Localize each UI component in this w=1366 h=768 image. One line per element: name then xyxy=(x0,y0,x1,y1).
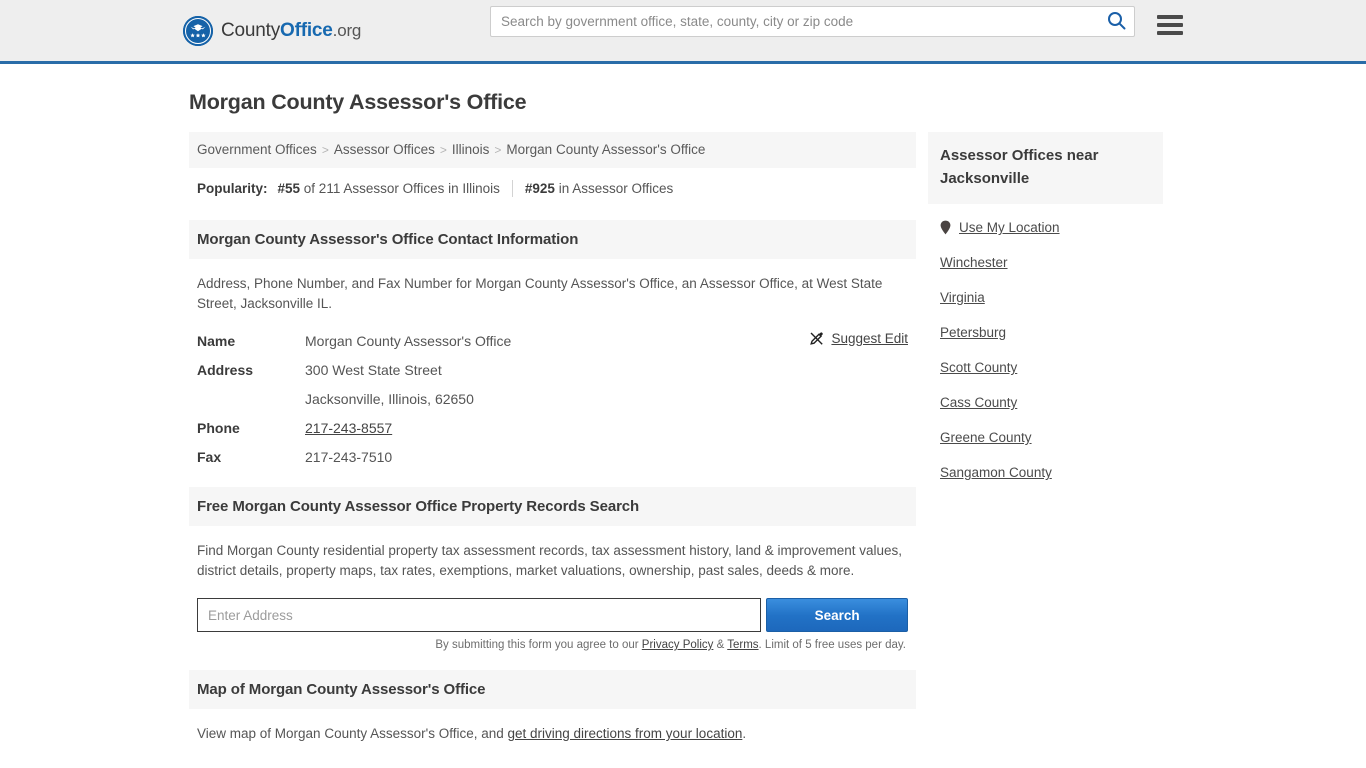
contact-row: Fax 217-243-7510 xyxy=(197,446,908,468)
search-icon xyxy=(1107,11,1126,33)
page-container: Morgan County Assessor's Office Governme… xyxy=(183,90,1183,744)
contact-section-description: Address, Phone Number, and Fax Number fo… xyxy=(197,276,883,311)
contact-value-address-line1: 300 West State Street xyxy=(305,362,442,378)
logo-text-county: County xyxy=(221,20,281,41)
sidebar-link[interactable]: Cass County xyxy=(940,395,1017,410)
site-header: CountyOffice.org xyxy=(0,0,1366,64)
popularity-state-rank-text: of 211 Assessor Offices in Illinois xyxy=(300,181,500,196)
disclaimer-suffix: . Limit of 5 free uses per day. xyxy=(758,639,906,651)
map-description-suffix: . xyxy=(742,726,747,741)
popularity-row: Popularity: #55 of 211 Assessor Offices … xyxy=(189,168,916,201)
contact-details-table: Suggest Edit Name Morgan County Assessor… xyxy=(197,330,908,468)
address-input[interactable] xyxy=(197,598,762,632)
breadcrumb-separator-icon: > xyxy=(439,143,447,157)
eagle-shield-logo-icon xyxy=(183,16,213,46)
popularity-national-rank-number: #925 xyxy=(524,181,555,196)
hamburger-bar xyxy=(1157,15,1183,19)
logo-text-org: .org xyxy=(332,21,362,40)
contact-value-name: Morgan County Assessor's Office xyxy=(305,333,512,349)
breadcrumb-item-illinois[interactable]: Illinois xyxy=(452,142,490,157)
breadcrumb-separator-icon: > xyxy=(321,143,329,157)
sidebar-item-use-my-location[interactable]: Use My Location xyxy=(928,210,1163,245)
content-columns: Government Offices > Assessor Offices > Illi… xyxy=(183,132,1183,744)
sidebar-nearby-list: Use My Location Winchester Virginia Pete… xyxy=(928,210,1163,490)
property-search-button[interactable]: Search xyxy=(766,598,908,632)
breadcrumb-item-current: Morgan County Assessor's Office xyxy=(506,142,706,157)
contact-section-body: Address, Phone Number, and Fax Number fo… xyxy=(189,274,916,468)
contact-key-name: Name xyxy=(197,333,236,349)
hamburger-menu-icon[interactable] xyxy=(1157,14,1183,36)
map-section-heading: Map of Morgan County Assessor's Office xyxy=(189,670,916,709)
sidebar-item-cass-county[interactable]: Cass County xyxy=(928,385,1163,420)
suggest-edit-label: Suggest Edit xyxy=(831,331,908,346)
main-column: Government Offices > Assessor Offices > Illi… xyxy=(189,132,916,744)
driving-directions-link[interactable]: get driving directions from your locatio… xyxy=(507,726,742,741)
records-section-description: Find Morgan County residential property … xyxy=(197,543,903,578)
search-submit-button[interactable] xyxy=(1098,7,1134,36)
terms-link[interactable]: Terms xyxy=(727,639,758,651)
suggest-edit-button[interactable]: Suggest Edit xyxy=(809,331,908,346)
hamburger-bar xyxy=(1157,31,1183,35)
logo-text-office: Office xyxy=(280,20,333,41)
sidebar-link[interactable]: Scott County xyxy=(940,360,1017,375)
map-description-prefix: View map of Morgan County Assessor's Off… xyxy=(197,726,508,741)
map-pin-icon xyxy=(940,220,951,235)
page-title: Morgan County Assessor's Office xyxy=(189,90,527,114)
sidebar-link[interactable]: Virginia xyxy=(940,290,985,305)
phone-link[interactable]: 217-243-8557 xyxy=(305,420,392,436)
contact-row: Name Morgan County Assessor's Office xyxy=(197,330,908,352)
sidebar-item-scott-county[interactable]: Scott County xyxy=(928,350,1163,385)
breadcrumb-separator-icon: > xyxy=(494,143,502,157)
contact-key-fax: Fax xyxy=(197,449,222,465)
popularity-national-rank: #925 in Assessor Offices xyxy=(525,181,673,196)
contact-key-phone: Phone xyxy=(197,420,240,436)
map-section-description: View map of Morgan County Assessor's Off… xyxy=(197,724,908,744)
hamburger-bar xyxy=(1157,23,1183,27)
popularity-state-rank-number: #55 xyxy=(277,181,301,196)
use-my-location-link[interactable]: Use My Location xyxy=(959,220,1060,235)
property-records-search-form: Search xyxy=(197,598,908,632)
site-logo-text: CountyOffice.org xyxy=(221,20,361,42)
popularity-state-rank: #55 of 211 Assessor Offices in Illinois xyxy=(278,181,500,196)
privacy-policy-link[interactable]: Privacy Policy xyxy=(642,639,714,651)
contact-key-address: Address xyxy=(197,362,254,378)
sidebar-item-winchester[interactable]: Winchester xyxy=(928,245,1163,280)
sidebar-item-virginia[interactable]: Virginia xyxy=(928,280,1163,315)
contact-key-empty xyxy=(197,388,305,410)
contact-value-phone: 217-243-8557 xyxy=(305,417,392,439)
sidebar-heading: Assessor Offices near Jacksonville xyxy=(928,132,1163,204)
contact-value-fax: 217-243-7510 xyxy=(305,449,393,465)
popularity-national-rank-text: in Assessor Offices xyxy=(554,181,674,196)
sidebar-link[interactable]: Greene County xyxy=(940,430,1032,445)
map-section-body: View map of Morgan County Assessor's Off… xyxy=(189,724,916,744)
breadcrumb-item-government-offices[interactable]: Government Offices xyxy=(197,142,317,157)
sidebar-item-sangamon-county[interactable]: Sangamon County xyxy=(928,455,1163,490)
breadcrumb: Government Offices > Assessor Offices > Illi… xyxy=(189,132,916,168)
sidebar-item-petersburg[interactable]: Petersburg xyxy=(928,315,1163,350)
records-section-body: Find Morgan County residential property … xyxy=(189,541,916,651)
site-logo[interactable]: CountyOffice.org xyxy=(183,16,361,46)
sidebar-item-greene-county[interactable]: Greene County xyxy=(928,420,1163,455)
breadcrumb-item-assessor-offices[interactable]: Assessor Offices xyxy=(334,142,435,157)
contact-row: Address 300 West State Street xyxy=(197,359,908,381)
contact-section-heading: Morgan County Assessor's Office Contact … xyxy=(189,220,916,259)
contact-value-address-line2: Jacksonville, Illinois, 62650 xyxy=(305,391,474,407)
disclaimer-amp: & xyxy=(713,639,728,651)
sidebar-link[interactable]: Sangamon County xyxy=(940,465,1052,480)
sidebar: Assessor Offices near Jacksonville Use M… xyxy=(928,132,1163,744)
global-search-bar xyxy=(490,6,1135,37)
sidebar-link[interactable]: Winchester xyxy=(940,255,1008,270)
disclaimer-prefix: By submitting this form you agree to our xyxy=(435,639,642,651)
popularity-label: Popularity: xyxy=(197,181,268,196)
search-input[interactable] xyxy=(491,8,1098,35)
header-inner: CountyOffice.org xyxy=(183,0,1183,61)
form-disclaimer: By submitting this form you agree to our… xyxy=(197,639,908,651)
contact-row: Phone 217-243-8557 xyxy=(197,417,908,439)
records-section-heading: Free Morgan County Assessor Office Prope… xyxy=(189,487,916,526)
sidebar-link[interactable]: Petersburg xyxy=(940,325,1006,340)
contact-row: Jacksonville, Illinois, 62650 xyxy=(197,388,908,410)
edit-pencil-icon xyxy=(809,331,824,346)
popularity-divider xyxy=(511,180,513,197)
